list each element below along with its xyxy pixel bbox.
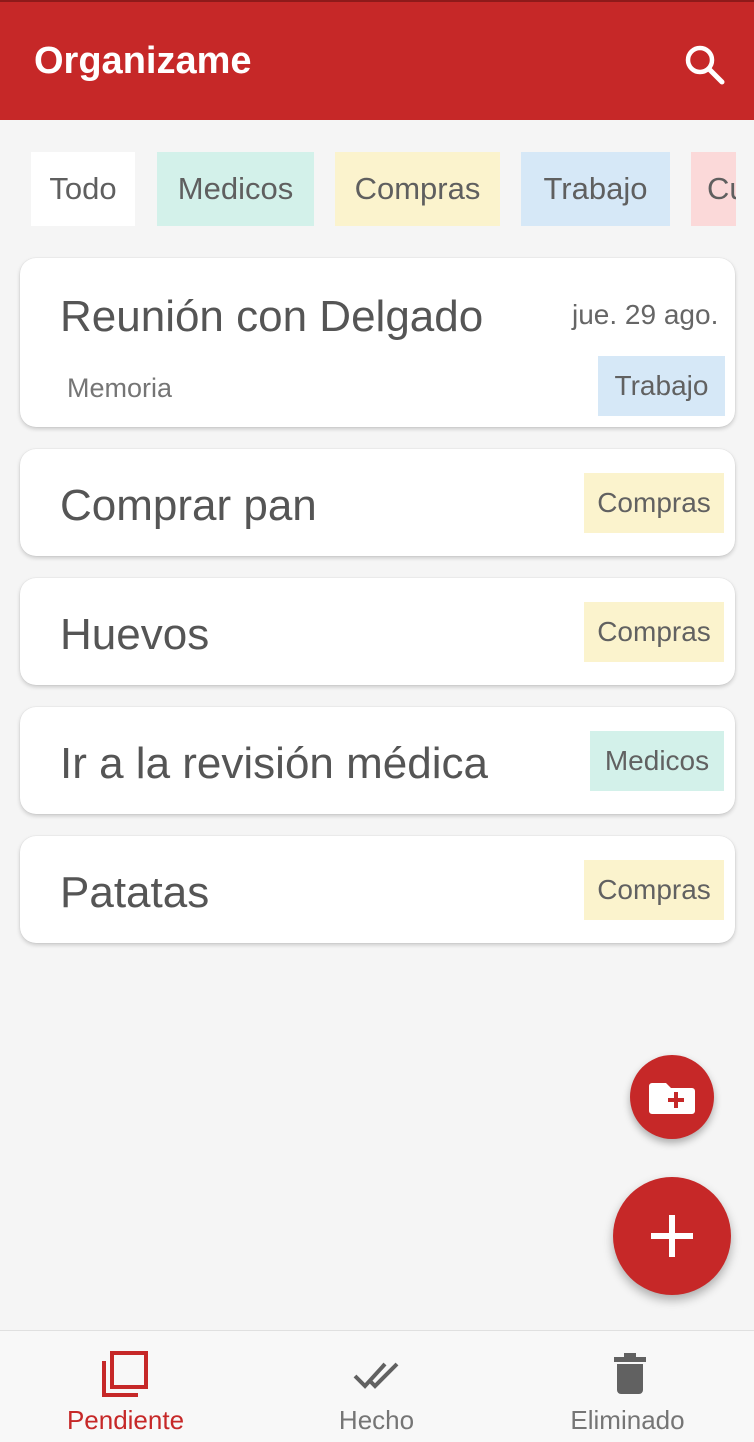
nav-pending[interactable]: Pendiente [0, 1331, 251, 1442]
task-category-tag: Compras [584, 473, 724, 533]
task-date: jue. 29 ago. [572, 299, 719, 330]
task-card[interactable]: Ir a la revisión médica Medicos [20, 707, 735, 814]
task-title: Patatas [60, 868, 210, 917]
task-card[interactable]: Reunión con Delgado jue. 29 ago. Memoria… [20, 258, 735, 427]
filter-chip-todo[interactable]: Todo [31, 152, 135, 226]
nav-pending-label: Pendiente [66, 1405, 185, 1435]
task-card[interactable]: Patatas Compras [20, 836, 735, 943]
search-icon[interactable] [682, 42, 726, 86]
task-card[interactable]: Comprar pan Compras [20, 449, 735, 556]
add-task-button[interactable] [613, 1177, 731, 1295]
filter-chip-medicos[interactable]: Medicos [157, 152, 314, 226]
nav-deleted-label: Eliminado [570, 1405, 685, 1435]
task-category-tag: Trabajo [598, 356, 725, 416]
filter-chip-compras[interactable]: Compras [335, 152, 500, 226]
task-category-tag: Medicos [590, 731, 724, 791]
trash-icon [614, 1353, 646, 1394]
nav-done[interactable]: Hecho [251, 1331, 502, 1442]
task-note: Memoria [67, 373, 173, 403]
app-bar: Organizame [0, 0, 754, 120]
task-title: Reunión con Delgado [60, 292, 484, 341]
add-category-button[interactable] [630, 1055, 714, 1139]
bottom-navigation: Pendiente Hecho Eliminado [0, 1330, 754, 1442]
filter-chip-partial[interactable]: Cu [691, 152, 736, 226]
task-title: Ir a la revisión médica [60, 739, 488, 788]
nav-deleted[interactable]: Eliminado [502, 1331, 753, 1442]
folder-plus-icon [649, 1083, 695, 1114]
pending-stack-icon [102, 1351, 148, 1397]
nav-done-label: Hecho [338, 1405, 415, 1435]
task-title: Huevos [60, 610, 210, 659]
category-filter-bar: Todo Medicos Compras Trabajo Cu [0, 150, 736, 228]
filter-chip-trabajo[interactable]: Trabajo [521, 152, 670, 226]
double-check-icon [353, 1362, 399, 1389]
task-title: Comprar pan [60, 481, 317, 530]
task-card[interactable]: Huevos Compras [20, 578, 735, 685]
task-category-tag: Compras [584, 860, 724, 920]
plus-icon [651, 1215, 693, 1257]
task-category-tag: Compras [584, 602, 724, 662]
app-title: Organizame [34, 40, 252, 82]
